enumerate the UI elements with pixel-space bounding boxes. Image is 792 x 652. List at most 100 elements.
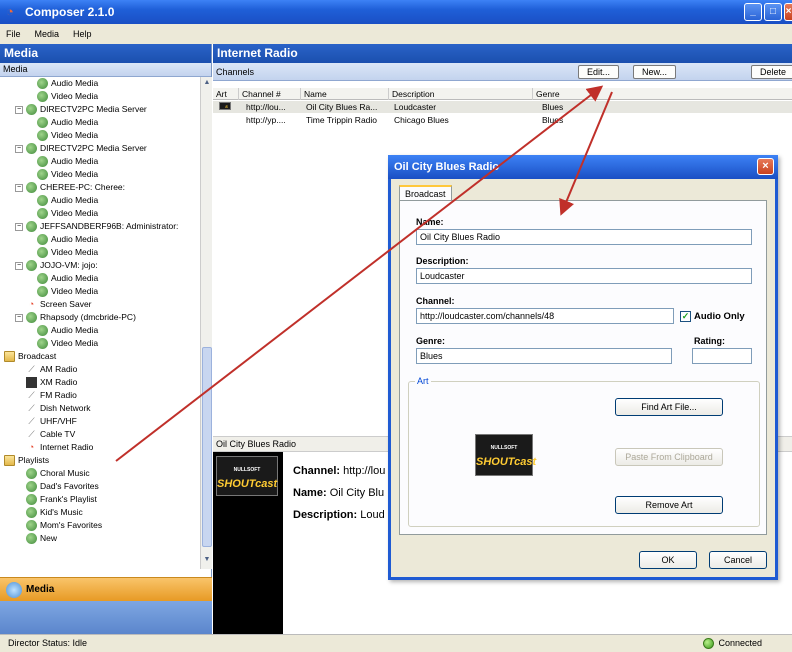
tree-item[interactable]: − JEFFSANDBERF96B: Administrator: xyxy=(0,220,200,233)
tree-item-label: FM Radio xyxy=(40,390,77,400)
close-button[interactable]: × xyxy=(784,3,792,21)
tree-item-label: Audio Media xyxy=(51,78,99,88)
collapse-toggle-icon[interactable]: − xyxy=(15,313,23,322)
collapse-toggle-icon[interactable]: − xyxy=(15,222,23,231)
media-server-icon xyxy=(37,208,48,219)
paste-from-clipboard-button[interactable]: Paste From Clipboard xyxy=(615,448,723,466)
tree-item[interactable]: Video Media xyxy=(0,246,200,259)
scroll-up-arrow[interactable]: ▲ xyxy=(202,78,212,88)
genre-field[interactable]: Blues xyxy=(416,348,672,364)
tree-item[interactable]: − Rhapsody (dmcbride-PC) xyxy=(0,311,200,324)
col-genre[interactable]: Genre xyxy=(533,88,792,100)
audio-only-checkbox[interactable]: ✓ xyxy=(680,311,691,322)
media-server-icon xyxy=(26,494,37,505)
tree-item[interactable]: ⟋ AM Radio xyxy=(0,363,200,376)
menu-file[interactable]: File xyxy=(4,29,23,39)
antenna-icon: ⟋ xyxy=(28,416,35,426)
edit-button[interactable]: Edit... xyxy=(578,65,620,79)
media-server-icon xyxy=(26,260,37,271)
cancel-button[interactable]: Cancel xyxy=(709,551,767,569)
media-disc-icon xyxy=(6,581,22,598)
menu-bar: File Media Help xyxy=(0,24,792,44)
tree-item[interactable]: Frank's Playlist xyxy=(0,493,200,506)
tree-item[interactable]: − DIRECTV2PC Media Server xyxy=(0,142,200,155)
ok-button[interactable]: OK xyxy=(639,551,697,569)
scrollbar-thumb[interactable] xyxy=(202,347,212,547)
tree-item[interactable]: New xyxy=(0,532,200,545)
logo-brand: SHOUTcast xyxy=(217,478,278,490)
preview-desc-value: Loud xyxy=(360,509,385,521)
tree-item[interactable]: ◔ Internet Radio xyxy=(0,441,200,454)
dialog-close-button[interactable]: × xyxy=(757,158,774,175)
collapse-toggle-icon[interactable]: − xyxy=(15,183,23,192)
menu-help[interactable]: Help xyxy=(71,29,94,39)
table-row[interactable]: S http://lou... Oil City Blues Ra... Lou… xyxy=(213,101,792,113)
table-row[interactable]: http://yp.... Time Trippin Radio Chicago… xyxy=(213,114,792,126)
tree-item-label: Audio Media xyxy=(51,325,99,335)
tree-item[interactable]: Video Media xyxy=(0,337,200,350)
tree-item[interactable]: Playlists xyxy=(0,454,200,467)
tree-item[interactable]: Dad's Favorites xyxy=(0,480,200,493)
nav-footer-band xyxy=(0,601,212,634)
remove-art-button[interactable]: Remove Art xyxy=(615,496,723,514)
tree-item[interactable]: Choral Music xyxy=(0,467,200,480)
preview-desc-label: Description: xyxy=(293,509,358,521)
tree-item[interactable]: Audio Media xyxy=(0,116,200,129)
audio-only-label[interactable]: Audio Only xyxy=(694,311,745,322)
tree-item[interactable]: Audio Media xyxy=(0,233,200,246)
tree-item[interactable]: ⟋ FM Radio xyxy=(0,389,200,402)
tab-broadcast[interactable]: Broadcast xyxy=(399,185,452,201)
minimize-button[interactable]: _ xyxy=(744,3,762,21)
tree-item[interactable]: ⟋ UHF/VHF xyxy=(0,415,200,428)
tree-item[interactable]: Video Media xyxy=(0,207,200,220)
tree-item[interactable]: ◔ Screen Saver xyxy=(0,298,200,311)
col-channel[interactable]: Channel # xyxy=(239,88,301,100)
collapse-toggle-icon[interactable]: − xyxy=(15,144,23,153)
tree-item[interactable]: − DIRECTV2PC Media Server xyxy=(0,103,200,116)
name-field[interactable]: Oil City Blues Radio xyxy=(416,229,752,245)
tree-item[interactable]: ⟋ Cable TV xyxy=(0,428,200,441)
media-server-icon xyxy=(26,468,37,479)
cell-name: Oil City Blues Ra... xyxy=(306,102,378,112)
tree-item[interactable]: − JOJO-VM: jojo: xyxy=(0,259,200,272)
tree-item[interactable]: ⟋ Dish Network xyxy=(0,402,200,415)
tree-item[interactable]: Video Media xyxy=(0,129,200,142)
tree-item[interactable]: Mom's Favorites xyxy=(0,519,200,532)
tree-item[interactable]: Audio Media xyxy=(0,324,200,337)
tree-item[interactable]: Audio Media xyxy=(0,155,200,168)
new-button[interactable]: New... xyxy=(633,65,677,79)
cell-description: Chicago Blues xyxy=(394,115,449,125)
tree-item[interactable]: Audio Media xyxy=(0,272,200,285)
find-art-file-button[interactable]: Find Art File... xyxy=(615,398,723,416)
description-field[interactable]: Loudcaster xyxy=(416,268,752,284)
tree-item-label: DIRECTV2PC Media Server xyxy=(40,143,147,153)
cell-description: Loudcaster xyxy=(394,102,437,112)
tree-item[interactable]: − CHEREE-PC: Cheree: xyxy=(0,181,200,194)
tree-item[interactable]: Audio Media xyxy=(0,77,200,90)
tree-item[interactable]: XM Radio xyxy=(0,376,200,389)
rating-field[interactable] xyxy=(692,348,752,364)
tree-item[interactable]: Broadcast xyxy=(0,350,200,363)
tree-item[interactable]: Video Media xyxy=(0,168,200,181)
tree-item[interactable]: Audio Media xyxy=(0,194,200,207)
tree-item[interactable]: Kid's Music xyxy=(0,506,200,519)
media-server-icon xyxy=(37,234,48,245)
media-nav-button[interactable]: Media xyxy=(0,577,212,601)
maximize-button[interactable]: □ xyxy=(764,3,782,21)
col-name[interactable]: Name xyxy=(301,88,389,100)
col-description[interactable]: Description xyxy=(389,88,533,100)
composer-logo-icon: ◔ xyxy=(28,442,35,452)
antenna-icon: ⟋ xyxy=(28,403,35,413)
tree-item[interactable]: Video Media xyxy=(0,90,200,103)
collapse-toggle-icon[interactable]: − xyxy=(15,105,23,114)
scroll-down-arrow[interactable]: ▼ xyxy=(202,555,212,565)
channel-url-field[interactable]: http://loudcaster.com/channels/48 xyxy=(416,308,674,324)
tree-scrollbar[interactable]: ▲ ▼ xyxy=(200,77,212,569)
col-art[interactable]: Art xyxy=(213,88,239,100)
tree-item-label: CHEREE-PC: Cheree: xyxy=(40,182,126,192)
collapse-toggle-icon[interactable]: − xyxy=(15,261,23,270)
tree-item[interactable]: Video Media xyxy=(0,285,200,298)
menu-media[interactable]: Media xyxy=(33,29,62,39)
delete-button[interactable]: Delete xyxy=(751,65,792,79)
media-tree[interactable]: Audio Media Video Media − DIRECTV2PC Media … xyxy=(0,77,200,569)
